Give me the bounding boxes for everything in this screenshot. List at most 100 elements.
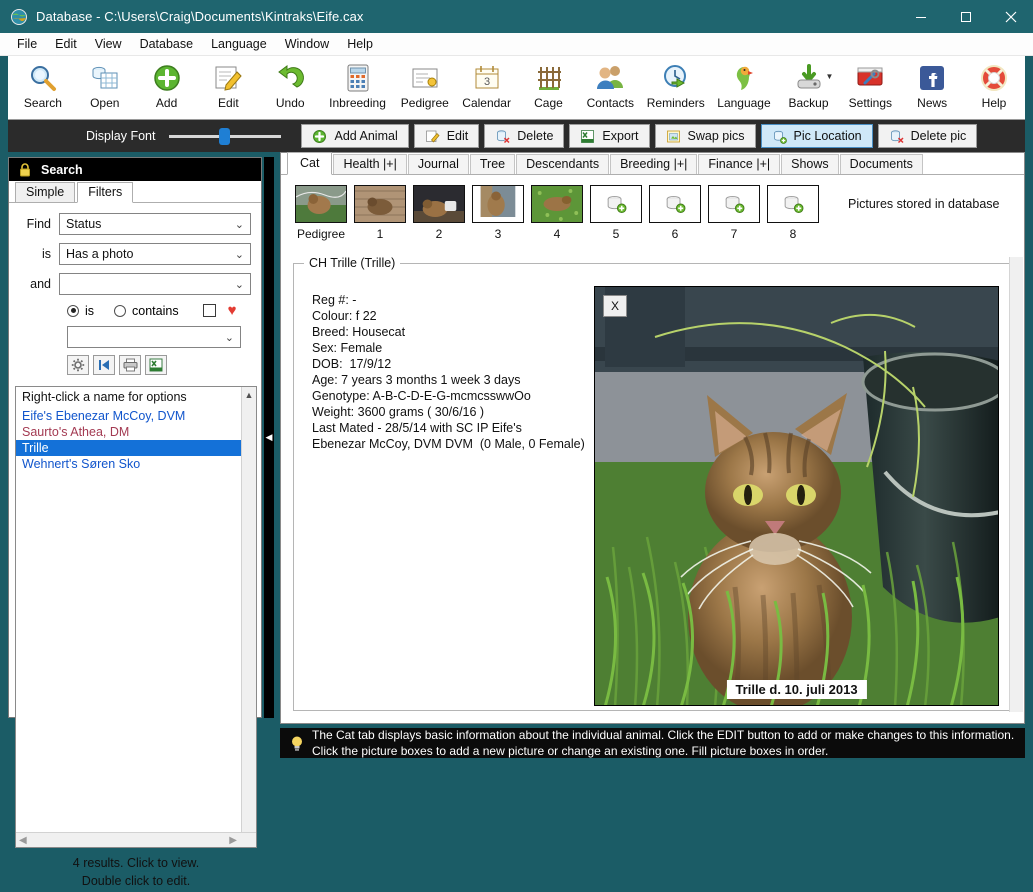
close-photo-button[interactable]: X bbox=[603, 295, 627, 317]
results-horizontal-scrollbar[interactable]: ◀ ▶ bbox=[16, 832, 257, 847]
radio-contains[interactable] bbox=[114, 305, 126, 317]
animal-photo[interactable]: X bbox=[594, 286, 999, 706]
undo-arrow-icon bbox=[275, 61, 305, 94]
menu-item-file[interactable]: File bbox=[8, 34, 46, 54]
excel-icon[interactable] bbox=[145, 355, 167, 375]
tab-filters[interactable]: Filters bbox=[77, 182, 133, 203]
list-item[interactable]: Saurto's Athea, DM bbox=[16, 424, 256, 440]
list-item[interactable]: Trille bbox=[16, 440, 256, 456]
open-database-icon bbox=[90, 61, 120, 94]
delete-button[interactable]: Delete bbox=[484, 124, 564, 148]
lock-icon[interactable] bbox=[19, 163, 31, 177]
is-dropdown[interactable]: Has a photo ⌄ bbox=[59, 243, 251, 265]
thumbnail-3[interactable]: 3 bbox=[472, 185, 524, 241]
action-label: Export bbox=[602, 129, 638, 143]
menu-item-window[interactable]: Window bbox=[276, 34, 338, 54]
menu-item-help[interactable]: Help bbox=[338, 34, 382, 54]
tab-breeding[interactable]: Breeding |+| bbox=[610, 154, 697, 174]
tab-health[interactable]: Health |+| bbox=[333, 154, 406, 174]
toolbar-button-open[interactable]: Open bbox=[74, 56, 136, 118]
scroll-left-icon[interactable]: ◀ bbox=[19, 835, 27, 846]
tab-shows[interactable]: Shows bbox=[781, 154, 839, 174]
export-button[interactable]: Export bbox=[569, 124, 649, 148]
toolbar-button-reminders[interactable]: Reminders bbox=[641, 56, 710, 118]
toolbar-button-pedigree[interactable]: Pedigree bbox=[394, 56, 456, 118]
pic-location-button[interactable]: Pic Location bbox=[761, 124, 873, 148]
toolbar-button-search[interactable]: Search bbox=[12, 56, 74, 118]
content-vertical-scrollbar[interactable] bbox=[1009, 257, 1023, 712]
menu-item-view[interactable]: View bbox=[86, 34, 131, 54]
minimize-button[interactable] bbox=[898, 0, 943, 33]
list-item[interactable]: Eife's Ebenezar McCoy, DVM bbox=[16, 408, 256, 424]
tab-documents[interactable]: Documents bbox=[840, 154, 923, 174]
thumbnail-image[interactable] bbox=[413, 185, 465, 223]
menu-item-database[interactable]: Database bbox=[131, 34, 203, 54]
thumbnail-2[interactable]: 2 bbox=[413, 185, 465, 241]
scroll-right-icon[interactable]: ▶ bbox=[229, 835, 237, 846]
tab-simple[interactable]: Simple bbox=[15, 182, 75, 202]
thumbnail-empty[interactable] bbox=[708, 185, 760, 223]
thumbnail-image[interactable] bbox=[295, 185, 347, 223]
toolbar-button-news[interactable]: News bbox=[901, 56, 963, 118]
tab-journal[interactable]: Journal bbox=[408, 154, 469, 174]
collapse-left-icon[interactable]: ◀ bbox=[266, 432, 273, 443]
thumbnail-image[interactable] bbox=[472, 185, 524, 223]
find-value: Status bbox=[66, 217, 101, 231]
toolbar-button-backup[interactable]: ▼ Backup bbox=[778, 56, 840, 118]
radio-is[interactable] bbox=[67, 305, 79, 317]
results-list[interactable]: Right-click a name for options Eife's Eb… bbox=[15, 386, 257, 848]
scroll-up-icon[interactable]: ▲ bbox=[242, 387, 256, 402]
gear-icon[interactable] bbox=[67, 355, 89, 375]
contacts-icon bbox=[594, 61, 626, 94]
thumbnail-8[interactable]: 8 bbox=[767, 185, 819, 241]
toolbar-button-inbreeding[interactable]: Inbreeding bbox=[321, 56, 394, 118]
thumbnail-image[interactable] bbox=[531, 185, 583, 223]
tab-descendants[interactable]: Descendants bbox=[516, 154, 609, 174]
is-row: is Has a photo ⌄ bbox=[15, 243, 251, 265]
first-record-icon[interactable] bbox=[93, 355, 115, 375]
toolbar-button-calendar[interactable]: 3 Calendar bbox=[456, 56, 518, 118]
thumbnail-4[interactable]: 4 bbox=[531, 185, 583, 241]
toolbar-button-settings[interactable]: Settings bbox=[839, 56, 901, 118]
tab-finance[interactable]: Finance |+| bbox=[698, 154, 780, 174]
window-title: Database - C:\Users\Craig\Documents\Kint… bbox=[36, 9, 364, 24]
menu-item-edit[interactable]: Edit bbox=[46, 34, 86, 54]
tab-cat[interactable]: Cat bbox=[287, 152, 332, 175]
photo-image bbox=[595, 287, 999, 706]
toolbar-button-add[interactable]: Add bbox=[136, 56, 198, 118]
edit-button[interactable]: Edit bbox=[414, 124, 480, 148]
thumbnail-empty[interactable] bbox=[590, 185, 642, 223]
slider-knob[interactable] bbox=[219, 128, 230, 145]
thumbnail-pedigree[interactable]: Pedigree bbox=[295, 185, 347, 241]
thumbnail-7[interactable]: 7 bbox=[708, 185, 760, 241]
tab-tree[interactable]: Tree bbox=[470, 154, 515, 174]
thumbnail-5[interactable]: 5 bbox=[590, 185, 642, 241]
toolbar-button-help[interactable]: Help bbox=[963, 56, 1025, 118]
find-dropdown[interactable]: Status ⌄ bbox=[59, 213, 251, 235]
close-button[interactable] bbox=[988, 0, 1033, 33]
and-dropdown[interactable]: ⌄ bbox=[59, 273, 251, 295]
thumbnail-empty[interactable] bbox=[767, 185, 819, 223]
swap-pics-button[interactable]: Swap pics bbox=[655, 124, 756, 148]
list-item[interactable]: Wehnert's Søren Sko bbox=[16, 456, 256, 472]
add-animal-button[interactable]: Add Animal bbox=[301, 124, 408, 148]
display-font-slider[interactable] bbox=[169, 128, 281, 144]
toolbar-button-cage[interactable]: Cage bbox=[518, 56, 580, 118]
thumbnail-image[interactable] bbox=[354, 185, 406, 223]
delete-pic-button[interactable]: Delete pic bbox=[878, 124, 978, 148]
toolbar-button-undo[interactable]: Undo bbox=[259, 56, 321, 118]
thumbnail-empty[interactable] bbox=[649, 185, 701, 223]
favourite-checkbox[interactable] bbox=[203, 304, 216, 317]
toolbar-button-edit[interactable]: Edit bbox=[197, 56, 259, 118]
thumbnail-1[interactable]: 1 bbox=[354, 185, 406, 241]
maximize-button[interactable] bbox=[943, 0, 988, 33]
panel-splitter[interactable]: ◀ bbox=[264, 157, 274, 718]
extra-value-dropdown[interactable]: ⌄ bbox=[67, 326, 241, 348]
results-vertical-scrollbar[interactable]: ▲ bbox=[241, 387, 256, 834]
printer-icon[interactable] bbox=[119, 355, 141, 375]
menu-item-language[interactable]: Language bbox=[202, 34, 276, 54]
chevron-down-icon[interactable]: ▼ bbox=[826, 72, 834, 81]
toolbar-button-language[interactable]: Language bbox=[710, 56, 777, 118]
toolbar-button-contacts[interactable]: Contacts bbox=[579, 56, 641, 118]
thumbnail-6[interactable]: 6 bbox=[649, 185, 701, 241]
